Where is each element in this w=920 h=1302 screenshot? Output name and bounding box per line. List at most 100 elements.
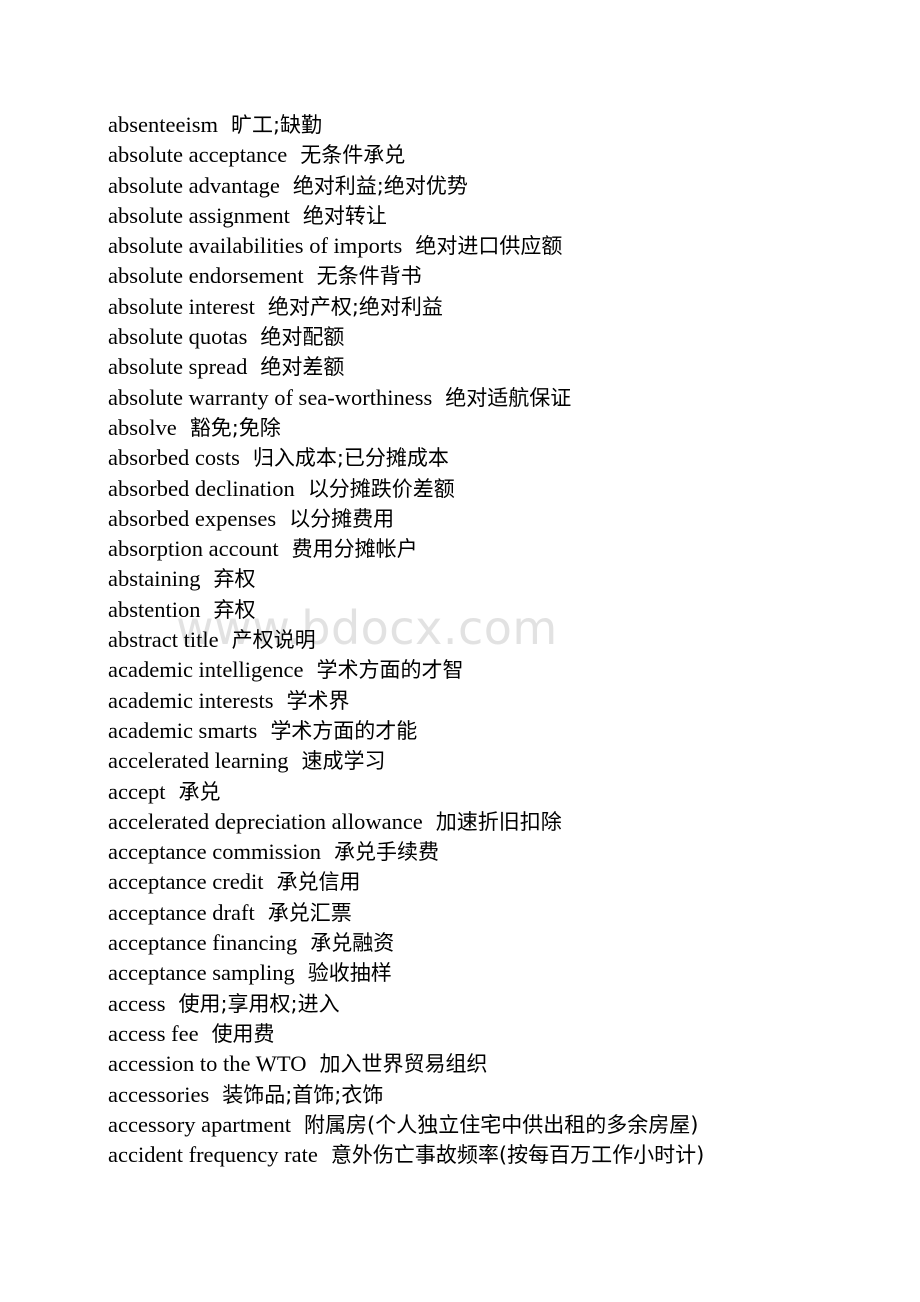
glossary-term: absolute endorsement: [108, 263, 304, 289]
glossary-term: accident frequency rate: [108, 1142, 318, 1168]
glossary-gloss: 归入成本;已分摊成本: [252, 446, 449, 471]
glossary-entry: acceptance financing 承兑融资: [108, 928, 868, 958]
glossary-term: absolute spread: [108, 354, 248, 380]
glossary-gloss: 承兑融资: [310, 931, 395, 956]
glossary-term: academic smarts: [108, 717, 258, 743]
glossary-term: access: [108, 990, 166, 1016]
glossary-entry: accessory apartment 附属房(个人独立住宅中供出租的多余房屋): [108, 1110, 868, 1140]
glossary-term: abstention: [108, 596, 201, 622]
glossary-entry: absolve 豁免;免除: [108, 413, 868, 443]
glossary-term: absolute assignment: [108, 202, 290, 228]
glossary-gloss: 承兑汇票: [267, 900, 352, 925]
glossary-gloss: 学术界: [286, 688, 350, 713]
glossary-entry: accept 承兑: [108, 777, 868, 807]
glossary-entry: abstention 弃权: [108, 595, 868, 625]
glossary-entry: abstract title 产权说明: [108, 625, 868, 655]
glossary-gloss: 绝对配额: [260, 325, 345, 350]
glossary-term: absorption account: [108, 536, 279, 562]
glossary-entry: academic intelligence 学术方面的才智: [108, 655, 868, 685]
glossary-entry: absorbed expenses 以分摊费用: [108, 504, 868, 534]
glossary-term: absenteeism: [108, 112, 218, 137]
glossary-gloss: 绝对进口供应额: [415, 234, 563, 259]
glossary-entry: absorbed declination 以分摊跌价差额: [108, 474, 868, 504]
glossary-entry: absolute spread 绝对差额: [108, 352, 868, 382]
glossary-term: accession to the WTO: [108, 1051, 307, 1077]
glossary-term: absolute availabilities of imports: [108, 233, 403, 259]
glossary-gloss: 产权说明: [231, 628, 316, 653]
glossary-entry: academic smarts 学术方面的才能: [108, 716, 868, 746]
glossary-gloss: 学术方面的才能: [270, 718, 418, 743]
glossary-term: acceptance credit: [108, 869, 264, 895]
glossary-entry: absenteeism 旷工;缺勤: [108, 110, 868, 140]
glossary-term: absolute warranty of sea-worthiness: [108, 384, 433, 410]
glossary-term: accept: [108, 778, 166, 804]
glossary-entry: absolute endorsement 无条件背书: [108, 261, 868, 291]
glossary-entry: acceptance commission 承兑手续费: [108, 837, 868, 867]
glossary-term: academic intelligence: [108, 657, 304, 683]
glossary-entry: absolute availabilities of imports 绝对进口供应…: [108, 231, 868, 261]
glossary-term: accelerated learning: [108, 748, 289, 774]
glossary-entry: acceptance draft 承兑汇票: [108, 898, 868, 928]
glossary-gloss: 附属房(个人独立住宅中供出租的多余房屋): [304, 1112, 699, 1137]
glossary-entry: accelerated depreciation allowance 加速折旧扣除: [108, 807, 868, 837]
glossary-gloss: 绝对转让: [302, 203, 387, 228]
glossary-term: absorbed declination: [108, 475, 295, 501]
glossary-gloss: 无条件承兑: [300, 143, 406, 168]
glossary-term: acceptance draft: [108, 899, 255, 925]
glossary-gloss: 速成学习: [301, 749, 386, 774]
glossary-gloss: 验收抽样: [307, 961, 392, 986]
glossary-gloss: 无条件背书: [316, 264, 422, 289]
glossary-term: absolve: [108, 414, 177, 440]
glossary-term: abstract title: [108, 627, 219, 653]
glossary-entry: acceptance sampling 验收抽样: [108, 958, 868, 988]
glossary-gloss: 费用分摊帐户: [291, 537, 418, 562]
glossary-gloss: 弃权: [213, 597, 256, 622]
glossary-gloss: 以分摊费用: [289, 506, 395, 531]
glossary-term: abstaining: [108, 566, 201, 592]
glossary-gloss: 使用;享用权;进入: [178, 991, 340, 1016]
glossary-entry: absorption account 费用分摊帐户: [108, 534, 868, 564]
glossary-gloss: 承兑手续费: [334, 840, 440, 865]
glossary-term: accelerated depreciation allowance: [108, 808, 423, 834]
glossary-term: access fee: [108, 1020, 199, 1046]
glossary-gloss: 绝对利益;绝对优势: [292, 173, 468, 198]
glossary-entry: acceptance credit 承兑信用: [108, 867, 868, 897]
glossary-term: absolute advantage: [108, 172, 280, 198]
glossary-term: absorbed costs: [108, 445, 240, 471]
glossary-entry: absolute interest 绝对产权;绝对利益: [108, 292, 868, 322]
glossary-gloss: 装饰品;首饰;衣饰: [222, 1082, 384, 1107]
glossary-entry: absorbed costs 归入成本;已分摊成本: [108, 443, 868, 473]
glossary-entry: absolute assignment 绝对转让: [108, 201, 868, 231]
glossary-term: acceptance financing: [108, 930, 298, 956]
glossary-term: acceptance commission: [108, 839, 322, 865]
glossary-term: accessory apartment: [108, 1111, 292, 1137]
glossary-entry: absolute warranty of sea-worthiness 绝对适航保…: [108, 383, 868, 413]
glossary-term: absolute quotas: [108, 324, 248, 350]
glossary-entry: accident frequency rate 意外伤亡事故频率(按每百万工作小时…: [108, 1140, 868, 1170]
glossary-gloss: 加入世界贸易组织: [319, 1052, 488, 1077]
glossary-gloss: 意外伤亡事故频率(按每百万工作小时计): [330, 1143, 705, 1168]
glossary-entry: abstaining 弃权: [108, 564, 868, 594]
glossary-entry-list: absenteeism 旷工;缺勤 absolute acceptance 无条件承兑…: [108, 110, 868, 1170]
glossary-gloss: 弃权: [213, 567, 256, 592]
glossary-gloss: 加速折旧扣除: [435, 809, 562, 834]
glossary-term: absolute interest: [108, 293, 255, 319]
glossary-gloss: 承兑: [178, 779, 221, 804]
glossary-term: absorbed expenses: [108, 505, 277, 531]
glossary-entry: accelerated learning 速成学习: [108, 746, 868, 776]
glossary-entry: access fee 使用费: [108, 1019, 868, 1049]
glossary-entry: absolute acceptance 无条件承兑: [108, 140, 868, 170]
glossary-entry: academic interests 学术界: [108, 686, 868, 716]
glossary-gloss: 学术方面的才智: [316, 658, 464, 683]
glossary-entry: accession to the WTO 加入世界贸易组织: [108, 1049, 868, 1079]
glossary-gloss: 以分摊跌价差额: [307, 476, 455, 501]
glossary-entry: access 使用;享用权;进入: [108, 989, 868, 1019]
glossary-term: acceptance sampling: [108, 960, 295, 986]
glossary-gloss: 绝对适航保证: [445, 385, 572, 410]
glossary-gloss: 承兑信用: [276, 870, 361, 895]
glossary-entry: absolute quotas 绝对配额: [108, 322, 868, 352]
glossary-term: accessories: [108, 1081, 210, 1107]
glossary-gloss: 旷工;缺勤: [230, 113, 323, 137]
glossary-gloss: 绝对差额: [260, 355, 345, 380]
glossary-gloss: 绝对产权;绝对利益: [267, 294, 443, 319]
